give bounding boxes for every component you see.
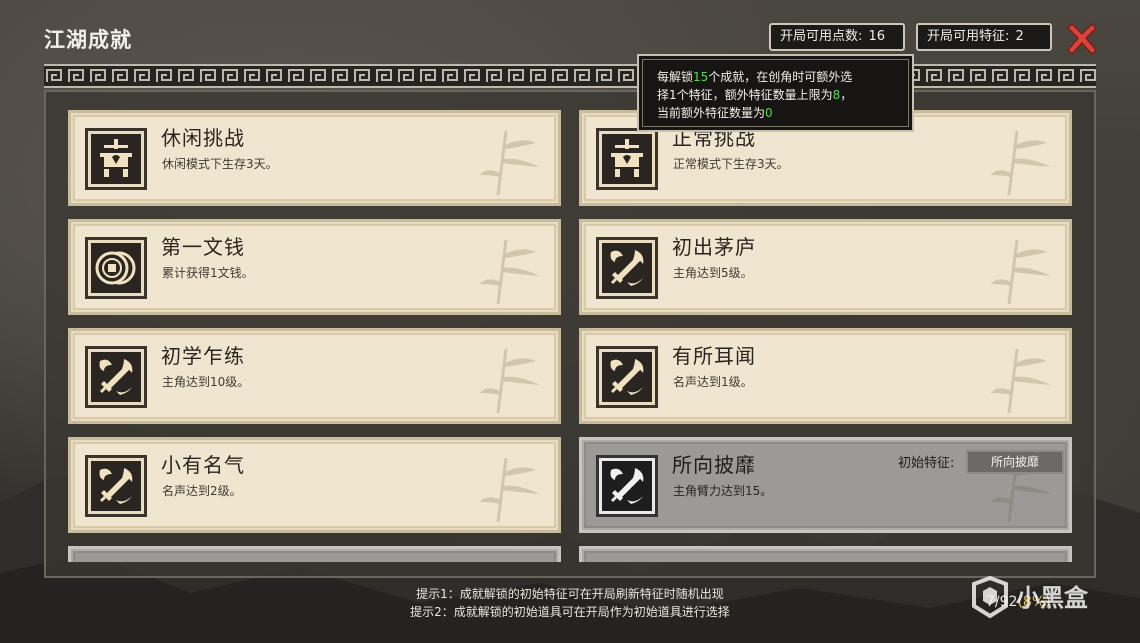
cauldron-icon: [85, 128, 147, 190]
tooltip-line-3: 当前额外特征数量为0: [657, 106, 773, 120]
bamboo-decoration-icon: [989, 236, 1059, 310]
achievement-name: 初学乍练: [161, 344, 245, 368]
close-button[interactable]: [1064, 22, 1100, 58]
tooltip-count-highlight: 15: [693, 70, 709, 84]
watermark-logo: 小黑盒: [968, 574, 1113, 622]
achievement-name: 初出茅庐: [672, 235, 756, 259]
achievement-description: 名声达到1级。: [673, 375, 753, 389]
achievement-name: 所向披靡: [672, 453, 756, 477]
achievement-name: 第一文钱: [161, 235, 245, 259]
extra-trait-tooltip: 每解锁15个成就，在创角时可额外选 择1个特征，额外特征数量上限为8， 当前额外…: [637, 54, 914, 132]
close-icon: [1066, 22, 1098, 56]
meander-border-band: [44, 64, 1096, 88]
bamboo-decoration-icon: [989, 127, 1059, 201]
tooltip-line-2: 择1个特征，额外特征数量上限为8，: [657, 88, 853, 102]
sword-flame-icon: [596, 237, 658, 299]
bamboo-decoration-icon: [478, 236, 548, 310]
achievement-card[interactable]: 有所耳闻名声达到1级。: [579, 328, 1072, 424]
available-points-value: 16: [868, 29, 886, 44]
initial-trait-label: 初始特征:: [898, 456, 955, 471]
achievement-description: 名声达到2级。: [162, 484, 242, 498]
available-points-display: 开局可用点数: 16: [769, 23, 905, 51]
bamboo-decoration-icon: [478, 127, 548, 201]
available-traits-value: 2: [1015, 29, 1024, 44]
achievement-name: 休闲挑战: [161, 126, 245, 150]
achievement-card[interactable]: 第一文钱累计获得1文钱。: [68, 219, 561, 315]
achievement-description: 累计获得1文钱。: [162, 266, 254, 280]
achievement-card[interactable]: 所向披靡主角臂力达到15。 初始特征: 所向披靡: [579, 437, 1072, 533]
achievement-card-partial[interactable]: [68, 546, 561, 562]
achievement-card[interactable]: 小有名气名声达到2级。: [68, 437, 561, 533]
cauldron-icon: [596, 128, 658, 190]
achievement-description: 主角达到5级。: [673, 266, 753, 280]
page-title: 江湖成就: [44, 28, 132, 52]
achievement-grid[interactable]: 休闲挑战 休闲模式下生存3天。 正常挑战 正常模式下生存3天。 第一文钱 累计获得1文钱。…: [68, 110, 1074, 562]
achievement-description: 主角臂力达到15。: [673, 484, 773, 498]
sword-flame-icon: [85, 455, 147, 517]
sword-flame-icon: [85, 346, 147, 408]
achievement-card[interactable]: 休闲挑战休闲模式下生存3天。: [68, 110, 561, 206]
achievement-description: 正常模式下生存3天。: [673, 157, 789, 171]
coin-icon: [85, 237, 147, 299]
watermark-icon: 小黑盒: [972, 575, 1089, 619]
initial-trait-chip[interactable]: 所向披靡: [966, 450, 1064, 474]
achievement-card-partial[interactable]: [579, 546, 1072, 562]
achievement-card[interactable]: 初学乍练主角达到10级。: [68, 328, 561, 424]
sword-flame-icon: [596, 455, 658, 517]
available-traits-display[interactable]: 开局可用特征: 2: [916, 23, 1052, 51]
bamboo-decoration-icon: [989, 345, 1059, 419]
achievement-name: 小有名气: [161, 453, 245, 477]
watermark-text: 小黑盒: [1016, 584, 1089, 612]
achievement-description: 休闲模式下生存3天。: [162, 157, 278, 171]
meander-pattern: [44, 66, 1096, 86]
bamboo-decoration-icon: [478, 454, 548, 528]
tooltip-line-1: 每解锁15个成就，在创角时可额外选: [657, 70, 853, 84]
achievement-name: 有所耳闻: [672, 344, 756, 368]
sword-flame-icon: [596, 346, 658, 408]
achievement-description: 主角达到10级。: [162, 375, 250, 389]
achievement-card[interactable]: 初出茅庐主角达到5级。: [579, 219, 1072, 315]
tooltip-current-highlight: 0: [765, 106, 773, 120]
available-traits-label: 开局可用特征:: [927, 29, 1010, 44]
bamboo-decoration-icon: [478, 345, 548, 419]
available-points-label: 开局可用点数:: [780, 29, 863, 44]
